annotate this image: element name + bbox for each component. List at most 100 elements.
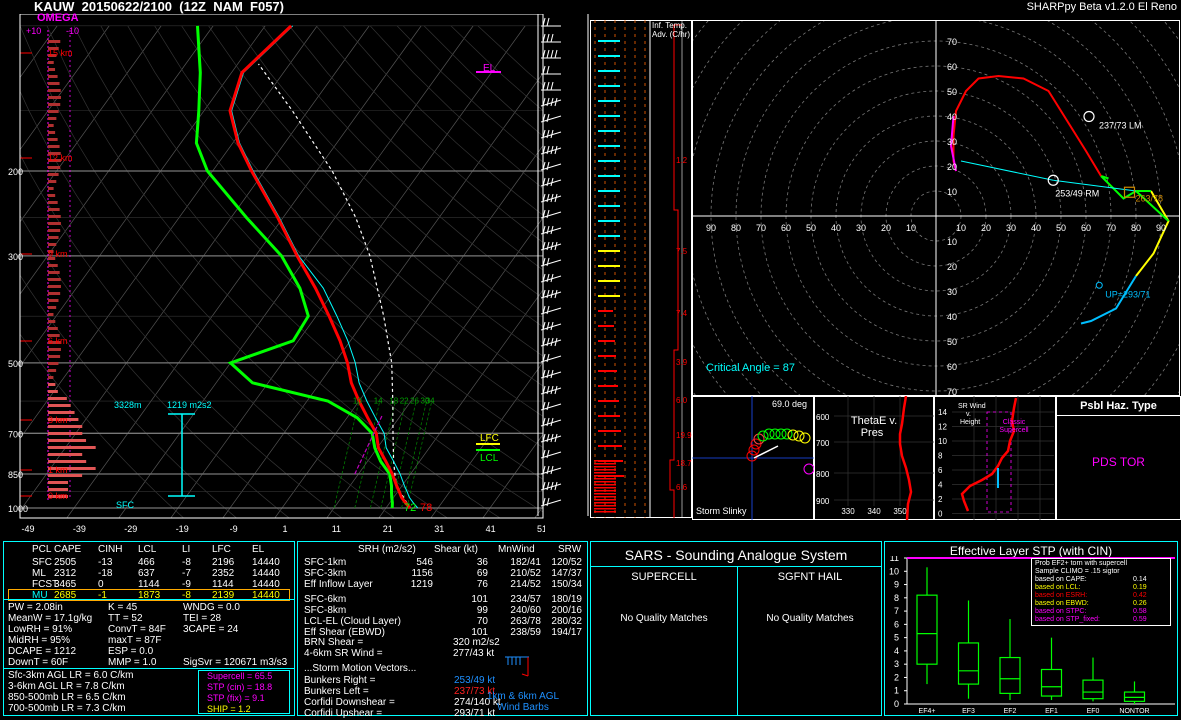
stp-legend-row: based on ESRH: 0.42 xyxy=(1035,592,1167,600)
stp-legend-label: based on ESRH: xyxy=(1035,592,1088,599)
omega-bar xyxy=(48,285,61,288)
hodo-ring-label: 10 xyxy=(947,237,957,247)
lapse-bar xyxy=(598,415,620,417)
sfc-label: SFC xyxy=(116,500,135,510)
lapse-bar xyxy=(594,481,616,483)
parcel-header: LCL xyxy=(138,544,157,555)
srwind-title-2: v. xyxy=(966,411,971,418)
omega-bar xyxy=(48,82,60,85)
stp-legend-value: 0.58 xyxy=(1133,608,1147,615)
isotherm xyxy=(20,25,370,512)
lapse-bar xyxy=(598,250,620,252)
omega-bar xyxy=(48,68,56,71)
temp-adv-value: 7.5 xyxy=(676,247,688,256)
thetae-x-tick: 330 xyxy=(841,507,855,516)
mixing-ratio-label: 26 xyxy=(410,396,419,405)
temp-tick: -9 xyxy=(230,524,238,534)
left-mover-label: 237/73 LM xyxy=(1099,121,1142,131)
temperature-trace xyxy=(228,24,412,509)
hodo-ring-label: 20 xyxy=(947,162,957,172)
omega-bar xyxy=(48,278,61,281)
pressure-tick: 850 xyxy=(8,470,23,480)
srwind-y-tick: 8 xyxy=(938,452,943,461)
cloud-layer-label-2: Supercell xyxy=(999,427,1029,434)
hodo-ring-label: 20 xyxy=(881,223,891,233)
omega-bar xyxy=(48,306,57,309)
lapse-bar xyxy=(598,85,620,87)
stp-box-ef2 xyxy=(999,619,1021,701)
sr-wind-46-label: 4-6km SR Wind = xyxy=(304,648,383,659)
omega-bar xyxy=(48,166,61,169)
height-label: 0 km xyxy=(48,491,68,501)
height-label: 1 km xyxy=(48,465,68,475)
hodo-ring-label: 50 xyxy=(947,87,957,97)
lapse-bar xyxy=(598,190,620,192)
wind-barb xyxy=(540,465,562,475)
right-mover-label: 253/49 RM xyxy=(1055,188,1099,198)
wind-barb xyxy=(540,97,562,107)
pressure-tick: 300 xyxy=(8,252,23,262)
kinematics-header: MnWind xyxy=(498,544,535,555)
stp-y-tick: 2 xyxy=(894,672,899,682)
kinematics-header: SRW xyxy=(558,544,582,555)
omega-bar xyxy=(48,208,60,211)
sars-panel: SARS - Sounding Analogue System SUPERCEL… xyxy=(590,541,882,716)
low-mid-wind-barbs xyxy=(505,656,529,677)
thetae-x-tick: 350 xyxy=(893,507,907,516)
lapse-bar xyxy=(594,487,616,489)
hodo-ring-label: 40 xyxy=(947,112,957,122)
el-label: EL xyxy=(483,63,496,74)
wind-barb xyxy=(540,273,562,283)
hodo-ring-label: 60 xyxy=(947,62,957,72)
stp-legend-label: based on STP_fixed: xyxy=(1035,616,1100,623)
lapse-bar xyxy=(598,220,620,222)
lapse-bar xyxy=(598,70,620,72)
eff-inflow-depth: 3328m xyxy=(114,400,142,410)
thetae-title-2: Pres xyxy=(861,427,884,439)
parcel-header: LI xyxy=(182,544,191,555)
dry-adiabat xyxy=(369,25,543,189)
omega-bar xyxy=(48,299,59,302)
stp-box-nontor xyxy=(1123,681,1146,704)
storm-slinky-panel: 69.0 deg Storm Slinky xyxy=(692,396,814,520)
wind-barb xyxy=(541,81,561,91)
height-label: 3 km xyxy=(48,415,68,425)
omega-bar xyxy=(48,397,67,400)
dry-adiabat xyxy=(73,25,543,513)
wind-barb xyxy=(540,113,562,123)
stp-y-tick: 6 xyxy=(894,619,899,629)
stp-box-ef0 xyxy=(1082,657,1104,702)
srwind-y-tick: 6 xyxy=(938,466,943,475)
kinematics-value: 1219 xyxy=(410,579,433,590)
wind-barb xyxy=(540,369,562,379)
lapse-bar xyxy=(598,205,620,207)
stp-legend-rows: based on CAPE: 0.14 based on LCL: 0.19 based… xyxy=(1035,576,1167,624)
wind-barb xyxy=(540,321,562,331)
stp-legend-value: 0.26 xyxy=(1133,600,1147,607)
temp-tick: 41 xyxy=(486,524,496,534)
srwind-y-tick: 0 xyxy=(938,510,943,519)
wind-barbs-label-2: Wind Barbs xyxy=(497,702,549,713)
stp-y-tick: 0 xyxy=(894,699,899,709)
sars-hail-result: No Quality Matches xyxy=(766,613,854,624)
wind-barb xyxy=(541,49,561,59)
stp-legend-row: based on STPC: 0.58 xyxy=(1035,608,1167,616)
thermodynamic-panel: PCL CAPE CINH LCL LI LFC EL SFC 2505 -13 466 -8 2196… xyxy=(3,541,295,716)
lapse-bar xyxy=(598,280,620,282)
storm-motion-title: ...Storm Motion Vectors... xyxy=(304,663,417,674)
lapse-bar xyxy=(594,505,616,507)
kinematics-header: SRH (m2/s2) xyxy=(358,544,416,555)
temp-adv-trace xyxy=(669,24,682,518)
wind-barb xyxy=(541,17,561,27)
omega-bar xyxy=(48,75,58,78)
sars-supercell-result: No Quality Matches xyxy=(620,613,708,624)
parcel-header: LFC xyxy=(212,544,231,555)
stp-box-ef4plus xyxy=(916,567,938,685)
stp-legend-label: based on STPC: xyxy=(1035,608,1087,615)
stp-fix: STP (fix) = 9.1 xyxy=(207,693,265,703)
hodo-ring-label: 30 xyxy=(856,223,866,233)
dry-adiabat xyxy=(396,25,543,163)
stp-legend-label: based on EBWD: xyxy=(1035,600,1089,607)
lapse-bar xyxy=(594,502,616,504)
thetae-y-tick: 900 xyxy=(816,497,830,506)
